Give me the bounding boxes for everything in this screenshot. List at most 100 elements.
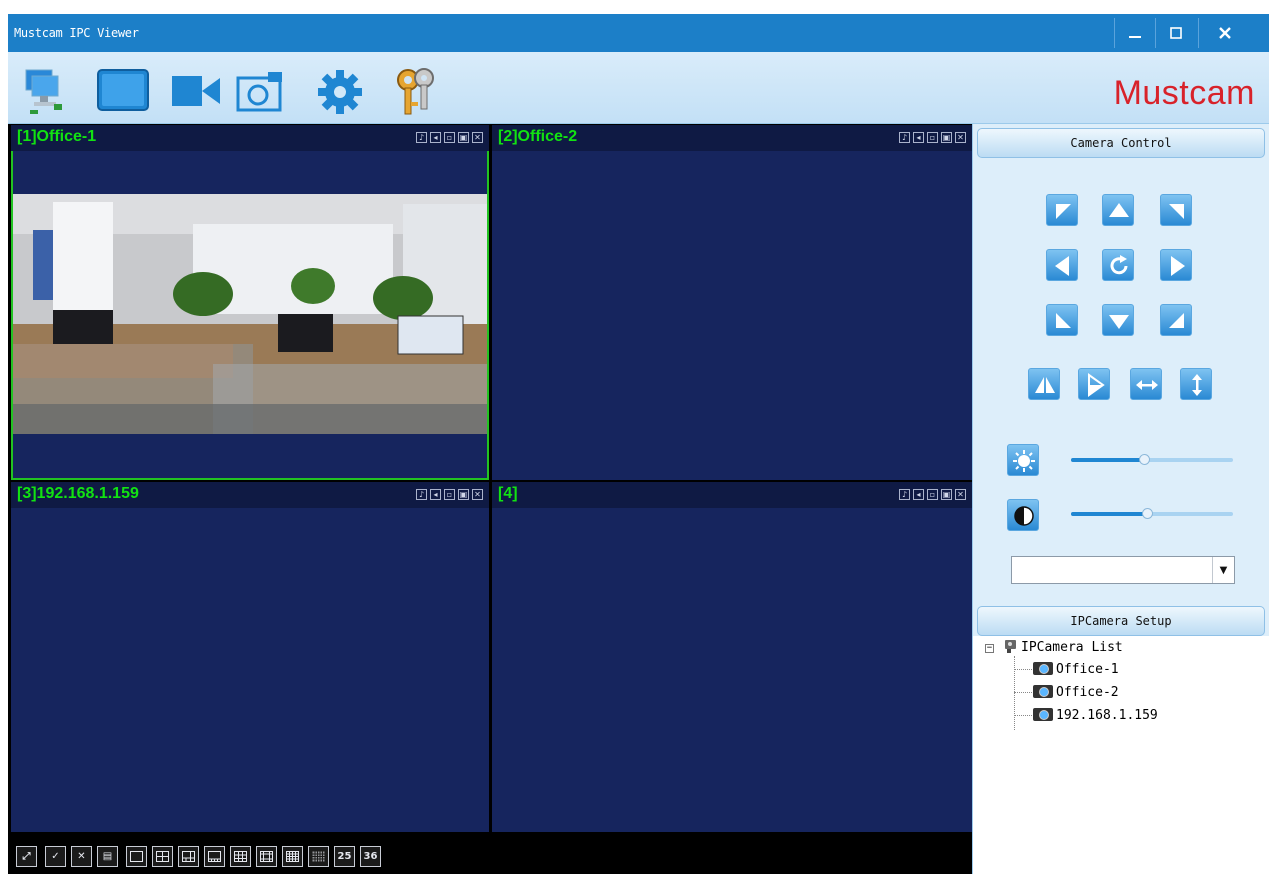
cycle-button[interactable]: ▤ xyxy=(97,846,118,867)
title-separator xyxy=(1198,18,1199,48)
arrow-down-right-icon xyxy=(1169,313,1184,328)
tree-root[interactable]: IPCamera List xyxy=(1003,638,1123,658)
snapshot-icon[interactable] xyxy=(234,66,288,118)
layout-4-button[interactable] xyxy=(152,846,173,867)
layout-13-button[interactable] xyxy=(256,846,277,867)
flip-icon xyxy=(1035,377,1055,393)
ptz-right-button[interactable] xyxy=(1160,249,1192,281)
record-toggle-icon[interactable]: ♪ xyxy=(899,132,910,143)
ipcamera-setup-header[interactable]: IPCamera Setup xyxy=(977,606,1265,636)
camera-control-header[interactable]: Camera Control xyxy=(977,128,1265,158)
settings-icon[interactable] xyxy=(314,66,368,118)
app-window: Mustcam IPC Viewer Mustcam [1]Office-1 ♪… xyxy=(0,0,1269,874)
layout-25-button[interactable]: 25 xyxy=(334,846,355,867)
video-pane-3[interactable]: [3]192.168.1.159 ♪ ◂ ▫ ▣ ✕ xyxy=(11,482,489,832)
layout-16-icon xyxy=(286,851,299,862)
brightness-button[interactable] xyxy=(1007,444,1039,476)
tree-item-camera[interactable]: Office-1 xyxy=(1033,660,1119,680)
close-icon xyxy=(1219,27,1231,39)
close-pane-icon[interactable]: ✕ xyxy=(955,489,966,500)
ptz-left-button[interactable] xyxy=(1046,249,1078,281)
video-grid: [1]Office-1 ♪ ◂ ▫ ▣ ✕ [2]Office-2 ♪ ◂ ▫ … xyxy=(8,124,972,874)
horizontal-patrol-button[interactable] xyxy=(1130,368,1162,400)
maximize-button[interactable] xyxy=(1157,14,1195,52)
layout-20-button[interactable] xyxy=(308,846,329,867)
layout-16-button[interactable] xyxy=(282,846,303,867)
preset-select[interactable]: ▼ xyxy=(1011,556,1235,584)
video-pane-4[interactable]: [4] ♪ ◂ ▫ ▣ ✕ xyxy=(492,482,972,832)
audio-icon[interactable]: ◂ xyxy=(913,132,924,143)
monitor-icon[interactable] xyxy=(96,66,150,118)
camera-list-icon xyxy=(1005,640,1016,653)
ptz-up-button[interactable] xyxy=(1102,194,1134,226)
flip-button[interactable] xyxy=(1028,368,1060,400)
contrast-knob[interactable] xyxy=(1142,508,1154,519)
vertical-patrol-button[interactable] xyxy=(1180,368,1212,400)
contrast-slider[interactable] xyxy=(1071,508,1233,519)
ptz-up-left-button[interactable] xyxy=(1046,194,1078,226)
camera-icon xyxy=(1033,662,1053,675)
pane-controls: ♪ ◂ ▫ ▣ ✕ xyxy=(416,132,483,143)
arrow-up-left-icon xyxy=(1056,204,1071,219)
snapshot-small-icon[interactable]: ▣ xyxy=(941,489,952,500)
audio-icon[interactable]: ◂ xyxy=(913,489,924,500)
tree-item-label: Office-2 xyxy=(1056,685,1119,700)
tree-collapse-toggle[interactable]: − xyxy=(985,644,994,653)
video-pane-1[interactable]: [1]Office-1 ♪ ◂ ▫ ▣ ✕ xyxy=(11,125,489,480)
record-icon[interactable] xyxy=(168,66,222,118)
arrow-down-left-icon xyxy=(1056,313,1071,328)
layout-36-button[interactable]: 36 xyxy=(360,846,381,867)
tree-item-camera[interactable]: Office-2 xyxy=(1033,683,1119,703)
ptz-reset-button[interactable] xyxy=(1102,249,1134,281)
mirror-button[interactable] xyxy=(1078,368,1110,400)
fullscreen-button[interactable]: ⤢ xyxy=(16,846,37,867)
maximize-icon xyxy=(1170,27,1182,39)
contrast-fill xyxy=(1071,512,1148,516)
audio-icon[interactable]: ◂ xyxy=(430,132,441,143)
ptz-down-left-button[interactable] xyxy=(1046,304,1078,336)
record-toggle-icon[interactable]: ♪ xyxy=(416,489,427,500)
audio-icon[interactable]: ◂ xyxy=(430,489,441,500)
horizontal-arrows-icon xyxy=(1136,380,1158,390)
layout-1-button[interactable] xyxy=(126,846,147,867)
snapshot-small-icon[interactable]: ▣ xyxy=(458,132,469,143)
snapshot-small-icon[interactable]: ▣ xyxy=(458,489,469,500)
arrow-down-icon xyxy=(1109,315,1129,329)
record-toggle-icon[interactable]: ♪ xyxy=(899,489,910,500)
minimize-icon xyxy=(1129,36,1141,38)
brightness-slider[interactable] xyxy=(1071,454,1233,465)
contrast-button[interactable] xyxy=(1007,499,1039,531)
brightness-fill xyxy=(1071,458,1144,462)
close-button[interactable] xyxy=(1200,14,1250,52)
layout-9-button[interactable] xyxy=(230,846,251,867)
camera-tree: − IPCamera List Office-1 Office-2 192.16… xyxy=(973,636,1269,874)
side-panel: Camera Control ▼ IPCamera Setup − IPCame… xyxy=(972,124,1269,874)
tree-item-camera[interactable]: 192.168.1.159 xyxy=(1033,706,1158,726)
layout-6-icon xyxy=(182,851,195,862)
layout-8-button[interactable] xyxy=(204,846,225,867)
minimize-button[interactable] xyxy=(1116,14,1154,52)
talk-icon[interactable]: ▫ xyxy=(927,132,938,143)
snapshot-small-icon[interactable]: ▣ xyxy=(941,132,952,143)
close-pane-icon[interactable]: ✕ xyxy=(472,489,483,500)
close-pane-icon[interactable]: ✕ xyxy=(472,132,483,143)
talk-icon[interactable]: ▫ xyxy=(444,489,455,500)
ptz-up-right-button[interactable] xyxy=(1160,194,1192,226)
talk-icon[interactable]: ▫ xyxy=(927,489,938,500)
ptz-down-button[interactable] xyxy=(1102,304,1134,336)
keys-icon[interactable] xyxy=(392,66,446,118)
close-pane-icon[interactable]: ✕ xyxy=(955,132,966,143)
ptz-down-right-button[interactable] xyxy=(1160,304,1192,336)
video-pane-2[interactable]: [2]Office-2 ♪ ◂ ▫ ▣ ✕ xyxy=(492,125,972,480)
pane-label: [2]Office-2 xyxy=(498,128,578,145)
talk-icon[interactable]: ▫ xyxy=(444,132,455,143)
pane-titlebar: [2]Office-2 ♪ ◂ ▫ ▣ ✕ xyxy=(492,125,972,151)
layout-6-button[interactable] xyxy=(178,846,199,867)
close-all-button[interactable]: ✕ xyxy=(71,846,92,867)
select-all-button[interactable]: ✓ xyxy=(45,846,66,867)
brightness-knob[interactable] xyxy=(1138,454,1150,465)
record-toggle-icon[interactable]: ♪ xyxy=(416,132,427,143)
device-manager-icon[interactable] xyxy=(24,66,78,118)
chevron-down-icon[interactable]: ▼ xyxy=(1212,557,1234,583)
layout-8-icon xyxy=(208,851,221,862)
